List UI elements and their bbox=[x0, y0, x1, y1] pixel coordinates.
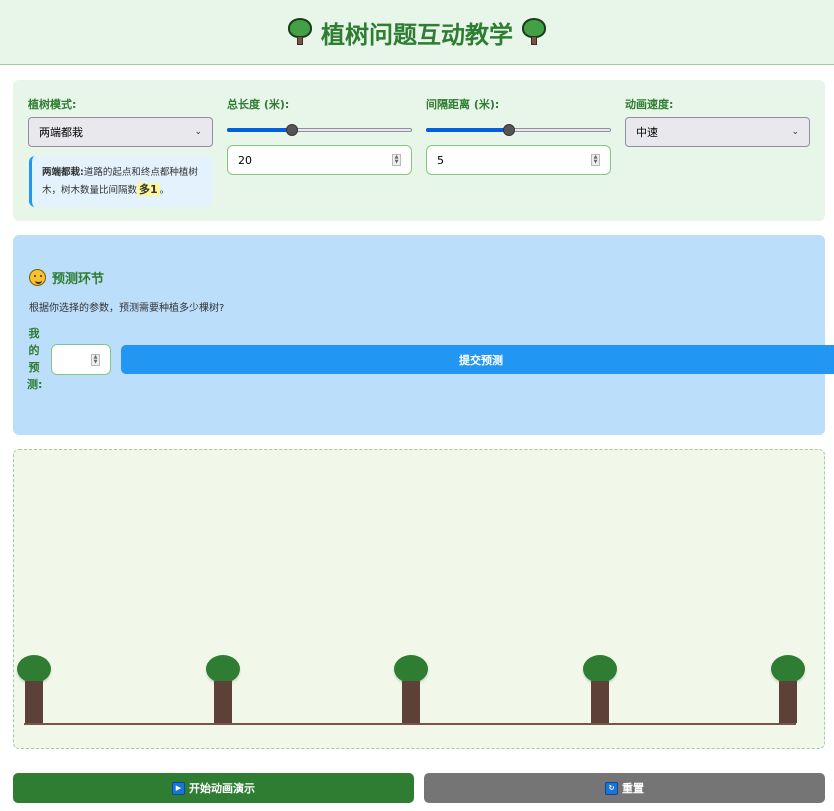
prediction-input[interactable]: ▲ ▼ bbox=[51, 344, 111, 375]
my-prediction-label: 我的预测: bbox=[27, 327, 43, 391]
tree-icon bbox=[521, 18, 547, 46]
page-header: 植树问题互动教学 bbox=[0, 0, 834, 65]
tree-crown bbox=[394, 655, 428, 683]
interval-slider[interactable] bbox=[426, 123, 611, 137]
chevron-down-icon: ⌄ bbox=[791, 127, 799, 137]
speed-select[interactable]: 中速 ⌄ bbox=[625, 117, 810, 147]
prediction-title: 预测环节 bbox=[29, 268, 104, 287]
interval-input[interactable]: 5 ▲ ▼ bbox=[426, 145, 611, 175]
tree-trunk bbox=[402, 681, 420, 723]
speed-label: 动画速度: bbox=[625, 98, 674, 111]
refresh-icon: ↻ bbox=[605, 781, 618, 795]
tree-trunk bbox=[25, 681, 43, 723]
speed-select-value: 中速 bbox=[636, 126, 658, 139]
tree-icon bbox=[287, 18, 313, 46]
mode-select[interactable]: 两端都栽 ⌄ bbox=[28, 117, 213, 147]
tree bbox=[771, 655, 805, 725]
tree bbox=[205, 655, 240, 725]
tree bbox=[582, 655, 617, 725]
interval-label: 间隔距离 (米): bbox=[426, 98, 500, 111]
tree-crown bbox=[17, 655, 51, 683]
length-input[interactable]: 20 ▲ ▼ bbox=[227, 145, 412, 175]
prediction-description: 根据你选择的参数，预测需要种植多少棵树? bbox=[29, 303, 225, 314]
start-animation-button[interactable]: ▶ 开始动画演示 bbox=[13, 773, 414, 803]
tree-trunk bbox=[213, 681, 232, 723]
info-end: 。 bbox=[159, 185, 170, 196]
start-animation-label: 开始动画演示 bbox=[189, 782, 255, 795]
length-slider[interactable] bbox=[227, 123, 412, 137]
spinner-icon[interactable]: ▲ ▼ bbox=[392, 154, 401, 166]
spinner-icon[interactable]: ▲ ▼ bbox=[91, 353, 100, 366]
tree-crown bbox=[205, 655, 240, 683]
chevron-down-icon: ⌄ bbox=[194, 127, 202, 137]
planting-scene bbox=[13, 449, 825, 749]
mode-select-value: 两端都栽 bbox=[39, 126, 83, 139]
tree-crown bbox=[771, 655, 805, 683]
tree bbox=[394, 655, 428, 725]
tree-trunk bbox=[779, 681, 797, 723]
spinner-icon[interactable]: ▲ ▼ bbox=[591, 154, 600, 166]
length-input-value: 20 bbox=[238, 153, 252, 167]
length-label: 总长度 (米): bbox=[227, 98, 290, 111]
info-bold: 两端都栽: bbox=[42, 167, 84, 178]
play-icon: ▶ bbox=[172, 781, 185, 795]
thinking-face-icon bbox=[29, 269, 46, 286]
controls-panel: 植树模式: 两端都栽 ⌄ 两端都栽:道路的起点和终点都种植树木，树木数量比间隔数… bbox=[13, 80, 825, 221]
reset-label: 重置 bbox=[622, 782, 644, 795]
interval-input-value: 5 bbox=[437, 153, 444, 167]
prediction-title-text: 预测环节 bbox=[52, 272, 105, 287]
mode-label: 植树模式: bbox=[28, 98, 77, 111]
interval-slider-thumb[interactable] bbox=[503, 124, 516, 136]
prediction-panel: 预测环节 根据你选择的参数，预测需要种植多少棵树? 我的预测: ▲ ▼ 提交预测 bbox=[13, 235, 834, 435]
tree-crown bbox=[582, 655, 617, 683]
submit-prediction-button[interactable]: 提交预测 bbox=[121, 345, 834, 374]
tree-trunk bbox=[590, 681, 609, 723]
reset-button[interactable]: ↻ 重置 bbox=[424, 773, 825, 803]
info-highlight: 多1 bbox=[137, 183, 160, 196]
length-slider-thumb[interactable] bbox=[285, 124, 298, 136]
tree bbox=[17, 655, 51, 725]
page-title: 植树问题互动教学 bbox=[321, 20, 513, 49]
mode-info-box: 两端都栽:道路的起点和终点都种植树木，树木数量比间隔数 多1。 bbox=[29, 156, 213, 207]
